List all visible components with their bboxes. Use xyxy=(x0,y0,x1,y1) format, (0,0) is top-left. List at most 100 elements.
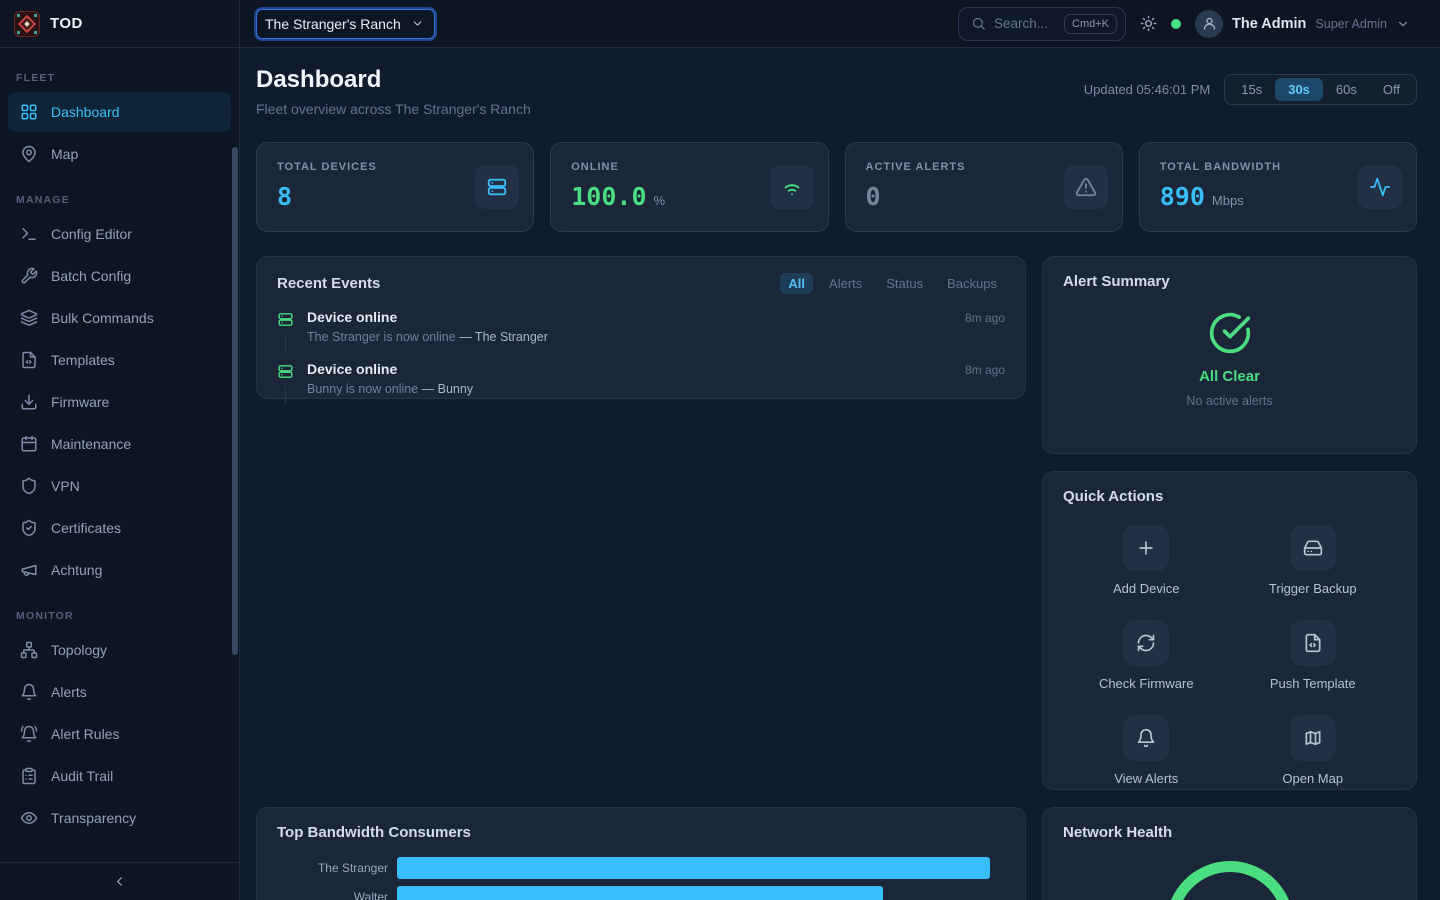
theme-toggle-button[interactable] xyxy=(1140,15,1157,32)
quick-action-push-template[interactable]: Push Template xyxy=(1230,620,1397,691)
interval-60s-button[interactable]: 60s xyxy=(1323,78,1370,101)
quick-action-add-device[interactable]: Add Device xyxy=(1063,525,1230,596)
sidebar-item-certificates[interactable]: Certificates xyxy=(8,508,231,548)
server-icon xyxy=(277,363,294,380)
quick-action-label: View Alerts xyxy=(1114,771,1178,786)
chevron-left-icon xyxy=(112,874,127,889)
calendar-icon xyxy=(20,435,38,453)
file-code-icon xyxy=(20,351,38,369)
brand: TOD xyxy=(0,0,240,47)
page-title: Dashboard xyxy=(256,66,531,94)
fleet-selector-value: The Stranger's Ranch xyxy=(265,16,401,32)
stat-value: 100.0 xyxy=(571,182,646,211)
event-title: Device online xyxy=(307,309,397,325)
sidebar-scrollbar[interactable] xyxy=(232,147,238,655)
bandwidth-chart-title: Top Bandwidth Consumers xyxy=(277,824,1005,841)
sidebar-item-alerts[interactable]: Alerts xyxy=(8,672,231,712)
sidebar-item-map[interactable]: Map xyxy=(8,134,231,174)
alert-triangle-icon xyxy=(1075,176,1097,198)
event-time: 8m ago xyxy=(965,363,1005,377)
clipboard-icon xyxy=(20,767,38,785)
page-subtitle: Fleet overview across The Stranger's Ran… xyxy=(256,101,531,117)
bar-label: The Stranger xyxy=(277,861,397,875)
stat-value: 0 xyxy=(866,182,881,211)
topology-icon xyxy=(20,641,38,659)
sidebar-item-maintenance[interactable]: Maintenance xyxy=(8,424,231,464)
quick-actions-title: Quick Actions xyxy=(1063,488,1396,505)
user-menu[interactable]: The Admin Super Admin xyxy=(1195,10,1424,38)
wrench-icon xyxy=(20,267,38,285)
interval-off-button[interactable]: Off xyxy=(1370,78,1413,101)
brand-name: TOD xyxy=(50,15,83,32)
sidebar-item-alert-rules[interactable]: Alert Rules xyxy=(8,714,231,754)
sidebar-item-label: Maintenance xyxy=(51,436,131,452)
sidebar-item-dashboard[interactable]: Dashboard xyxy=(8,92,231,132)
chevron-down-icon xyxy=(1396,17,1410,31)
user-role: Super Admin xyxy=(1315,17,1387,31)
bandwidth-chart-panel: Top Bandwidth Consumers The Stranger Wal… xyxy=(256,807,1026,900)
dashboard-icon xyxy=(20,103,38,121)
bar-walter xyxy=(397,886,883,900)
sidebar-item-label: Certificates xyxy=(51,520,121,536)
search-input[interactable] xyxy=(994,16,1056,31)
sidebar-item-label: Audit Trail xyxy=(51,768,113,784)
quick-action-view-alerts[interactable]: View Alerts xyxy=(1063,715,1230,786)
server-icon xyxy=(277,311,294,328)
event-filter-tabs: All Alerts Status Backups xyxy=(780,273,1005,294)
event-time: 8m ago xyxy=(965,311,1005,325)
sidebar-item-label: Transparency xyxy=(51,810,136,826)
tab-alerts[interactable]: Alerts xyxy=(821,273,870,294)
sidebar-item-label: Batch Config xyxy=(51,268,131,284)
quick-action-open-map[interactable]: Open Map xyxy=(1230,715,1397,786)
shield-check-icon xyxy=(20,519,38,537)
sidebar-item-vpn[interactable]: VPN xyxy=(8,466,231,506)
wifi-icon xyxy=(781,176,803,198)
sun-icon xyxy=(1140,15,1157,32)
plus-icon xyxy=(1136,538,1156,558)
sidebar: FLEET Dashboard Map MANAGE Config Editor… xyxy=(0,48,240,900)
refresh-interval-group: 15s 30s 60s Off xyxy=(1224,74,1417,105)
sidebar-item-audit-trail[interactable]: Audit Trail xyxy=(8,756,231,796)
bar-the-stranger xyxy=(397,857,990,879)
layers-icon xyxy=(20,309,38,327)
search-box[interactable]: Cmd+K xyxy=(958,7,1126,41)
sidebar-item-topology[interactable]: Topology xyxy=(8,630,231,670)
quick-action-label: Trigger Backup xyxy=(1269,581,1357,596)
sidebar-item-batch-config[interactable]: Batch Config xyxy=(8,256,231,296)
sidebar-item-bulk-commands[interactable]: Bulk Commands xyxy=(8,298,231,338)
interval-15s-button[interactable]: 15s xyxy=(1228,78,1275,101)
tab-all[interactable]: All xyxy=(780,273,813,294)
app-logo-icon xyxy=(14,11,40,37)
event-row: Device online 8m ago Bunny is now online… xyxy=(277,358,1005,410)
quick-action-check-firmware[interactable]: Check Firmware xyxy=(1063,620,1230,691)
tab-status[interactable]: Status xyxy=(878,273,931,294)
hard-drive-icon xyxy=(1303,538,1323,558)
network-health-title: Network Health xyxy=(1063,824,1396,841)
sidebar-item-transparency[interactable]: Transparency xyxy=(8,798,231,838)
interval-30s-button[interactable]: 30s xyxy=(1275,78,1323,101)
check-circle-icon xyxy=(1208,311,1252,355)
bell-icon xyxy=(20,683,38,701)
event-row: Device online 8m ago The Stranger is now… xyxy=(277,306,1005,358)
main-content: Dashboard Fleet overview across The Stra… xyxy=(240,48,1440,900)
sidebar-item-achtung[interactable]: Achtung xyxy=(8,550,231,590)
alert-detail: No active alerts xyxy=(1186,394,1272,408)
nav-section-manage: MANAGE xyxy=(0,194,239,206)
sidebar-collapse-button[interactable] xyxy=(0,862,239,900)
sidebar-item-templates[interactable]: Templates xyxy=(8,340,231,380)
updated-timestamp: Updated 05:46:01 PM xyxy=(1084,82,1210,97)
nav-section-monitor: MONITOR xyxy=(0,610,239,622)
sidebar-item-firmware[interactable]: Firmware xyxy=(8,382,231,422)
map-pin-icon xyxy=(20,145,38,163)
stat-card-active-alerts: ACTIVE ALERTS 0 xyxy=(845,142,1123,232)
fleet-selector[interactable]: The Stranger's Ranch xyxy=(256,9,435,39)
search-shortcut-badge: Cmd+K xyxy=(1064,14,1117,34)
event-title: Device online xyxy=(307,361,397,377)
search-icon xyxy=(971,16,986,31)
sidebar-item-config-editor[interactable]: Config Editor xyxy=(8,214,231,254)
stat-card-total-bandwidth: TOTAL BANDWIDTH 890 Mbps xyxy=(1139,142,1417,232)
chevron-down-icon xyxy=(411,17,424,30)
quick-action-trigger-backup[interactable]: Trigger Backup xyxy=(1230,525,1397,596)
tab-backups[interactable]: Backups xyxy=(939,273,1005,294)
stats-row: TOTAL DEVICES 8 ONLINE 100.0 % ACTIVE AL… xyxy=(256,142,1417,232)
